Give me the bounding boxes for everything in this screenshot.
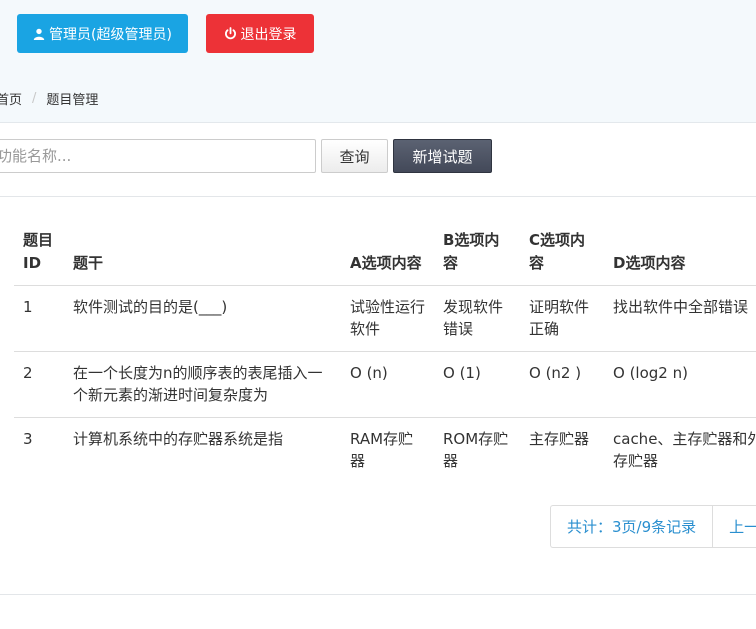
- table-row[interactable]: 1 软件测试的目的是(___) 试验性运行软件 发现软件错误 证明软件正确 找出…: [14, 285, 756, 352]
- cell-option-c: O (n2 ): [520, 351, 604, 418]
- footer-divider: [0, 594, 756, 595]
- cell-option-b: O (1): [434, 351, 520, 418]
- column-header-id: 题目ID: [14, 217, 64, 286]
- logout-label: 退出登录: [240, 26, 297, 43]
- cell-id: 2: [14, 351, 64, 418]
- breadcrumb-separator: /: [32, 91, 37, 106]
- cell-option-a: RAM存贮器: [350, 430, 414, 470]
- admin-user-label: 管理员(超级管理员): [49, 26, 172, 43]
- top-bar: 管理员(超级管理员) 退出登录 首页 / 题目管理: [0, 0, 756, 123]
- pagination-prev-link[interactable]: 上一页: [713, 506, 756, 547]
- table-row[interactable]: 3 计算机系统中的存贮器系统是指 RAM存贮器 ROM存贮器 主存贮器 cach…: [14, 418, 756, 484]
- section-divider: [0, 196, 756, 197]
- table-row[interactable]: 2 在一个长度为n的顺序表的表尾插入一个新元素的渐进时间复杂度为 O (n) O…: [14, 351, 756, 418]
- power-icon: [224, 27, 237, 40]
- breadcrumb-current: 题目管理: [46, 93, 99, 108]
- add-question-button[interactable]: 新增试题: [393, 139, 492, 173]
- cell-option-a: O (n): [341, 351, 434, 418]
- pagination: 共计：3页/9条记录 上一页: [550, 505, 756, 548]
- column-header-option-c: C选项内容: [520, 217, 604, 286]
- cell-option-d: O (log2 n): [604, 351, 756, 418]
- cell-stem: 计算机系统中的存贮器系统是指: [73, 430, 284, 448]
- pagination-total: 共计：3页/9条记录: [551, 506, 714, 547]
- table-header-row: 题目ID 题干 A选项内容 B选项内容 C选项内容 D选项内容: [14, 217, 756, 286]
- logout-button[interactable]: 退出登录: [206, 14, 314, 53]
- cell-option-d: cache、主存贮器和外存贮器: [613, 430, 756, 470]
- cell-option-d: 找出软件中全部错误: [604, 285, 756, 352]
- column-header-stem: 题干: [64, 217, 341, 286]
- cell-stem: 软件测试的目的是(___): [64, 285, 341, 352]
- query-button[interactable]: 查询: [321, 139, 388, 173]
- cell-stem: 在一个长度为n的顺序表的表尾插入一个新元素的渐进时间复杂度为: [64, 351, 341, 418]
- cell-option-c: 证明软件正确: [520, 285, 604, 352]
- breadcrumb-home[interactable]: 首页: [0, 89, 22, 108]
- cell-id: 3: [23, 430, 33, 448]
- column-header-option-d: D选项内容: [604, 217, 756, 286]
- column-header-option-b: B选项内容: [434, 217, 520, 286]
- cell-option-b: ROM存贮器: [443, 430, 509, 470]
- questions-table: 题目ID 题干 A选项内容 B选项内容 C选项内容 D选项内容 1 软件测试的目…: [14, 217, 756, 483]
- admin-user-button[interactable]: 管理员(超级管理员): [17, 14, 188, 53]
- search-input[interactable]: [0, 139, 316, 173]
- cell-id: 1: [14, 285, 64, 352]
- user-icon: [33, 28, 45, 40]
- cell-option-c: 主存贮器: [529, 430, 590, 448]
- column-header-option-a: A选项内容: [341, 217, 434, 286]
- cell-option-b: 发现软件错误: [434, 285, 520, 352]
- breadcrumb: 首页 / 题目管理: [0, 89, 98, 108]
- cell-option-a: 试验性运行软件: [341, 285, 434, 352]
